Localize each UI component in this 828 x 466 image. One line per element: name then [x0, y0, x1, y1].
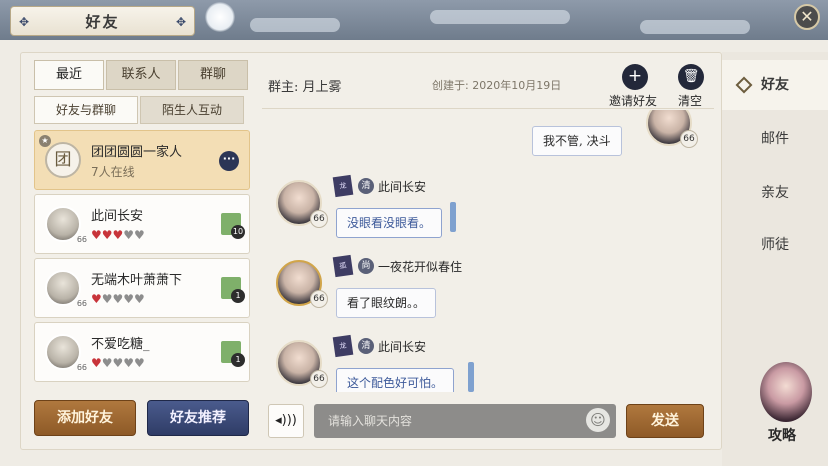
list-item-group[interactable]: ★ 团 团团圆圆一家人 7人在线 ···	[34, 130, 250, 190]
subtab-stranger-interaction[interactable]: 陌生人互动	[140, 96, 244, 124]
emoji-icon[interactable]: ☺	[586, 408, 610, 432]
gift-icon[interactable]: 1	[221, 277, 245, 303]
friend-tabs: 最近 联系人 群聊	[34, 60, 250, 90]
gift-count: 1	[231, 289, 245, 303]
avatar: 66	[45, 206, 87, 244]
message-bubble: 看了眼纹朗。。	[336, 288, 437, 318]
rank-badge: 尚	[358, 258, 374, 274]
gift-icon[interactable]: 10	[221, 213, 245, 239]
message-bubble: 这个配色好可怕。	[336, 368, 455, 392]
send-button[interactable]: 发送	[626, 404, 704, 438]
add-friend-button[interactable]: 添加好友	[34, 400, 136, 436]
window-title-plate: ✥ 好友 ✥	[10, 6, 195, 36]
friendship-hearts: ♥♥♥♥♥	[91, 292, 145, 306]
nav-label: 师徒	[761, 237, 789, 253]
level-badge: 66	[76, 235, 87, 244]
cloud-decoration	[640, 20, 750, 34]
nav-friends[interactable]: 好友	[722, 60, 828, 110]
nav-label: 邮件	[761, 131, 789, 147]
group-online-count: 7人在线	[91, 165, 135, 179]
ornament-icon: ✥	[18, 15, 30, 29]
sender-name: 此间长安	[378, 180, 427, 194]
gift-icon[interactable]: 1	[221, 341, 245, 367]
diamond-icon	[735, 76, 753, 94]
rank-badge: 清	[358, 338, 374, 354]
rank-badge: 清	[358, 178, 374, 194]
friend-name: 此间长安	[91, 209, 144, 224]
list-item-friend[interactable]: 66 此间长安 ♥♥♥♥♥ 10	[34, 194, 250, 254]
nav-label: 好友	[761, 77, 789, 93]
invite-friend-button[interactable]: +	[622, 64, 648, 90]
tab-contacts[interactable]: 联系人	[106, 60, 176, 90]
friend-subtabs: 好友与群聊 陌生人互动	[34, 96, 246, 124]
group-avatar: 团	[45, 142, 81, 178]
friend-list[interactable]: ★ 团 团团圆圆一家人 7人在线 ··· 66 此间长安 ♥♥♥♥♥ 10 66…	[34, 128, 250, 390]
group-created-date: 创建于: 2020年10月19日	[432, 79, 562, 92]
guide-label[interactable]: 攻略	[768, 425, 796, 445]
gift-count: 1	[231, 353, 245, 367]
tab-group-chat[interactable]: 群聊	[178, 60, 248, 90]
cloud-decoration	[250, 18, 340, 32]
sender-name: 此间长安	[378, 340, 427, 354]
recommend-friend-button[interactable]: 好友推荐	[147, 400, 249, 436]
level-badge: 66	[310, 210, 328, 228]
guide-avatar[interactable]	[760, 362, 812, 422]
avatar: 66	[45, 334, 87, 372]
title-icon: 孤	[332, 254, 354, 278]
message-bubble: 我不管, 决斗	[532, 126, 622, 156]
title-icon: 龙	[332, 174, 354, 198]
chat-message-area[interactable]: 我不管, 决斗 66 66 龙 清 此间长安 没眼看没眼看。 66 孤 尚 一夜…	[262, 110, 714, 392]
friendship-hearts: ♥♥♥♥♥	[91, 228, 145, 242]
voice-button[interactable]: ◂)))	[268, 404, 304, 438]
group-owner: 群主: 月上雾	[268, 80, 342, 95]
divider	[262, 108, 714, 109]
subtab-friends-groups[interactable]: 好友与群聊	[34, 96, 138, 124]
avatar: 66	[45, 270, 87, 308]
tab-recent[interactable]: 最近	[34, 60, 104, 90]
level-badge: 66	[76, 363, 87, 372]
friendship-hearts: ♥♥♥♥♥	[91, 356, 145, 370]
gift-count: 10	[231, 225, 245, 239]
nav-mentor[interactable]: 师徒	[722, 220, 828, 270]
scroll-ornament	[450, 202, 456, 232]
level-badge: 66	[310, 290, 328, 308]
title-icon: 龙	[332, 334, 354, 358]
moon-decoration	[205, 2, 235, 32]
nav-mail[interactable]: 邮件	[722, 114, 828, 164]
invite-friend-label[interactable]: 邀请好友	[609, 92, 657, 109]
list-item-friend[interactable]: 66 无端木叶萧萧下 ♥♥♥♥♥ 1	[34, 258, 250, 318]
cloud-decoration	[430, 10, 570, 24]
list-item-friend[interactable]: 66 不爱吃糖_ ♥♥♥♥♥ 1	[34, 322, 250, 382]
scroll-ornament	[468, 362, 474, 392]
nav-label: 亲友	[761, 185, 789, 201]
plus-icon: +	[627, 66, 643, 86]
close-icon: ✕	[800, 7, 814, 26]
friend-name: 无端木叶萧萧下	[91, 273, 183, 288]
nav-relatives[interactable]: 亲友	[722, 168, 828, 218]
more-icon[interactable]: ···	[219, 151, 239, 171]
close-button[interactable]: ✕	[794, 4, 820, 30]
voice-icon: ◂)))	[275, 413, 297, 428]
group-name: 团团圆圆一家人	[91, 145, 183, 160]
window-title: 好友	[85, 12, 120, 31]
clear-label[interactable]: 清空	[678, 92, 702, 109]
chat-input[interactable]: 请输入聊天内容	[314, 404, 616, 438]
level-badge: 66	[76, 299, 87, 308]
level-badge: 66	[680, 130, 698, 148]
level-badge: 66	[310, 370, 328, 388]
trash-icon: 🗑	[682, 69, 700, 84]
sender-name: 一夜花开似春住	[378, 260, 463, 274]
clear-button[interactable]: 🗑	[678, 64, 704, 90]
star-icon: ★	[39, 135, 51, 147]
top-bar: ✥ 好友 ✥ ✕	[0, 0, 828, 40]
message-bubble: 没眼看没眼看。	[336, 208, 443, 238]
ornament-icon: ✥	[175, 15, 187, 29]
friend-name: 不爱吃糖_	[91, 337, 150, 352]
